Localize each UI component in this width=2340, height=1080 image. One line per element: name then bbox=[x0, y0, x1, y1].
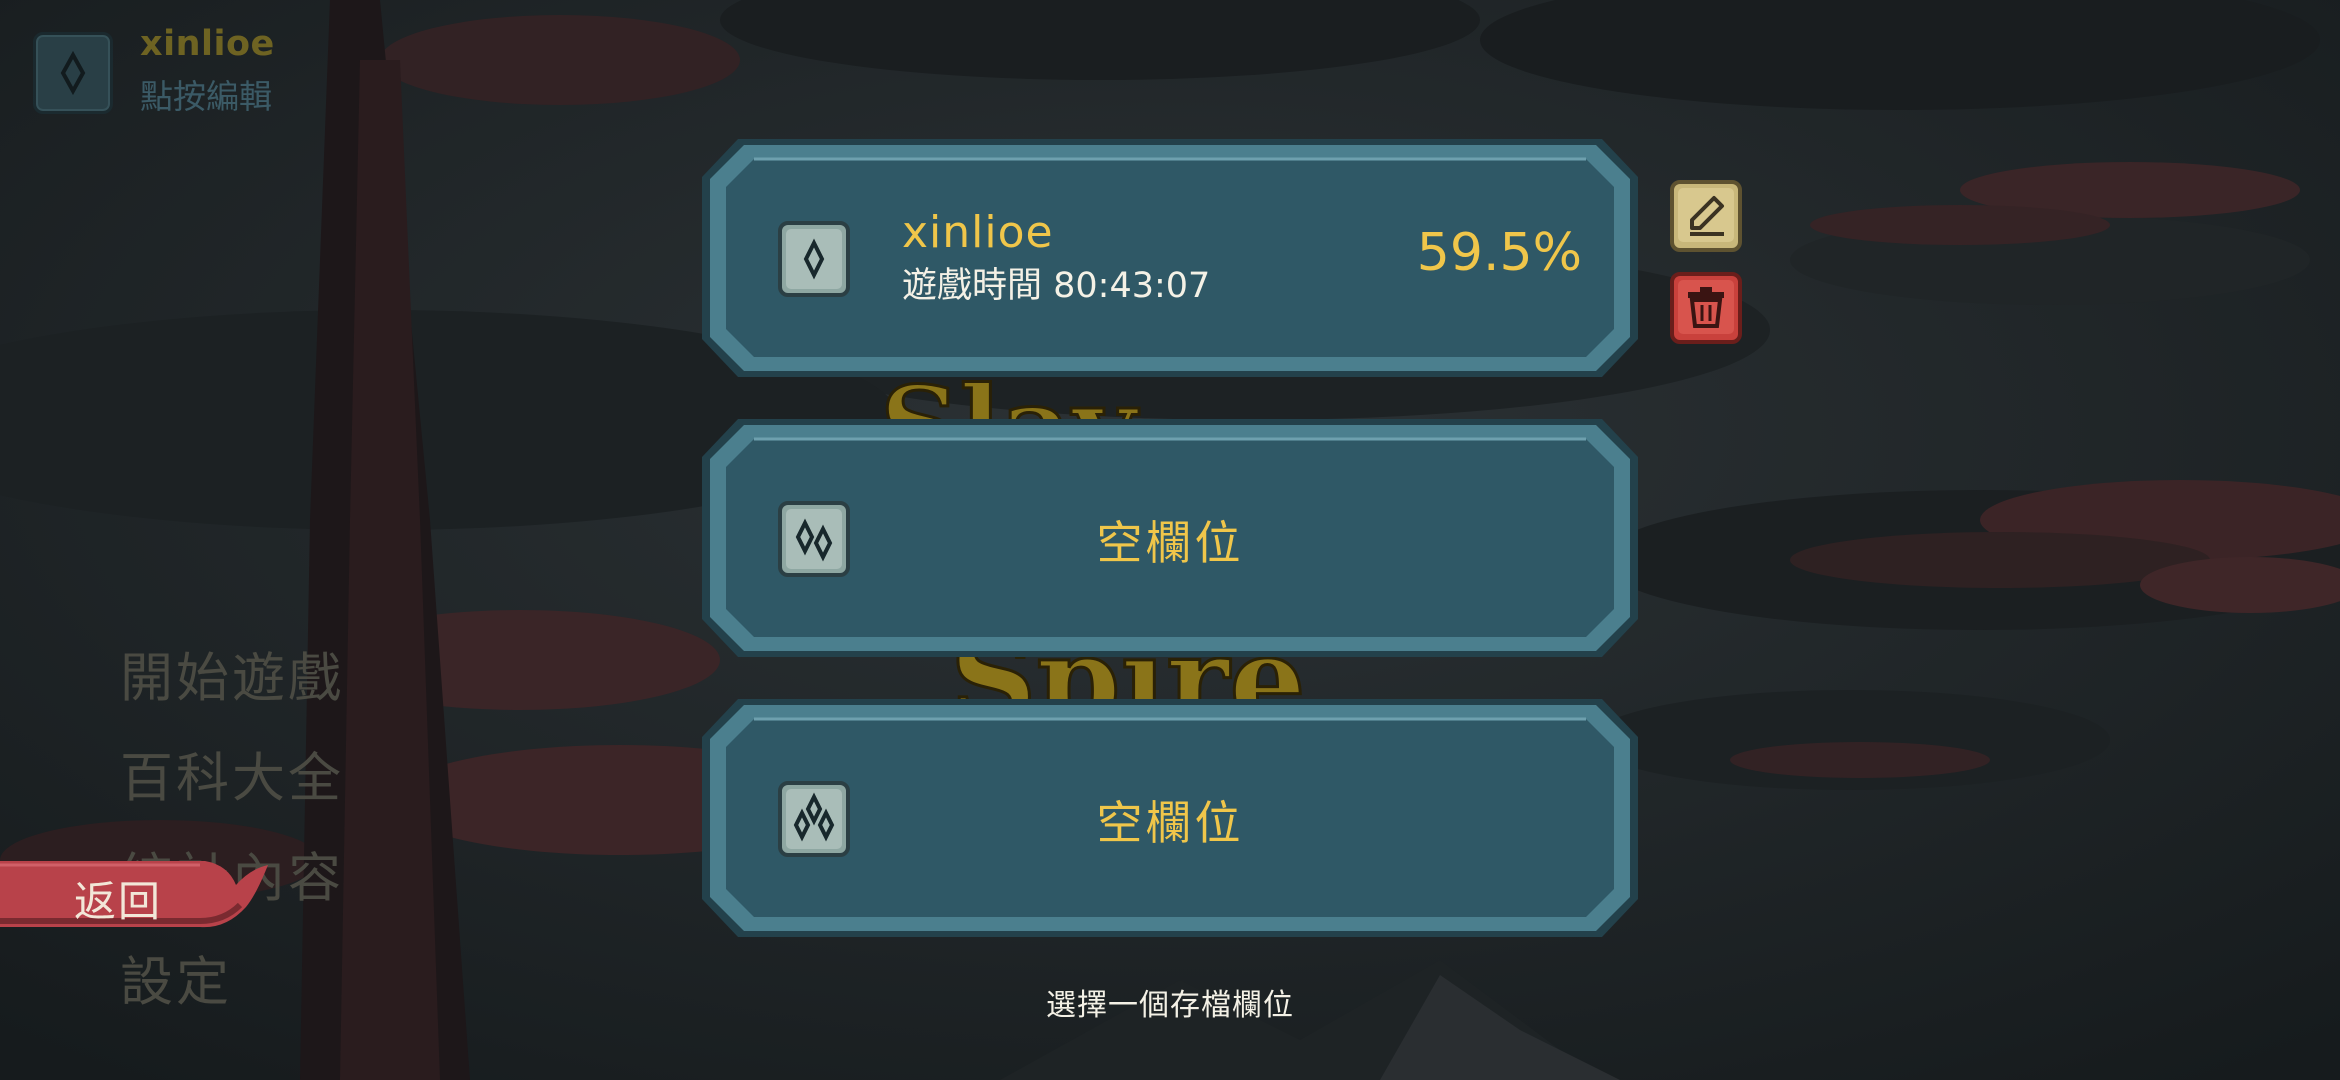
profile-badge[interactable] bbox=[33, 32, 113, 114]
slot-1-player-name: xinlioe bbox=[902, 207, 1054, 258]
save-slot-screen: Slay Spire xinlioe 點按編輯 開始遊戲 百科大全 統計內容 設… bbox=[0, 0, 2340, 1080]
profile-edit-hint[interactable]: 點按編輯 bbox=[140, 70, 272, 118]
rename-button[interactable] bbox=[1670, 180, 1742, 252]
save-slot-3[interactable]: 空欄位 bbox=[700, 695, 1640, 941]
menu-item-start-game[interactable]: 開始遊戲 bbox=[120, 636, 344, 712]
slot-1-progress: 59.5% bbox=[1416, 223, 1582, 283]
save-slot-2[interactable]: 空欄位 bbox=[700, 415, 1640, 661]
slot-1-diamond-icon bbox=[778, 221, 850, 297]
slot-1-playtime: 遊戲時間 80:43:07 bbox=[902, 266, 1211, 306]
slot-2-empty-label: 空欄位 bbox=[1096, 516, 1244, 570]
save-slot-1[interactable]: xinlioe 遊戲時間 80:43:07 59.5% bbox=[700, 135, 1640, 381]
profile-name[interactable]: xinlioe bbox=[140, 24, 275, 64]
menu-item-compendium[interactable]: 百科大全 bbox=[120, 736, 344, 812]
slot-3-empty-label: 空欄位 bbox=[1096, 796, 1244, 850]
select-slot-prompt: 選擇一個存檔欄位 bbox=[1046, 988, 1294, 1023]
diamond-icon bbox=[60, 51, 86, 95]
delete-button[interactable] bbox=[1670, 272, 1742, 344]
back-button[interactable]: 返回 bbox=[74, 868, 162, 929]
